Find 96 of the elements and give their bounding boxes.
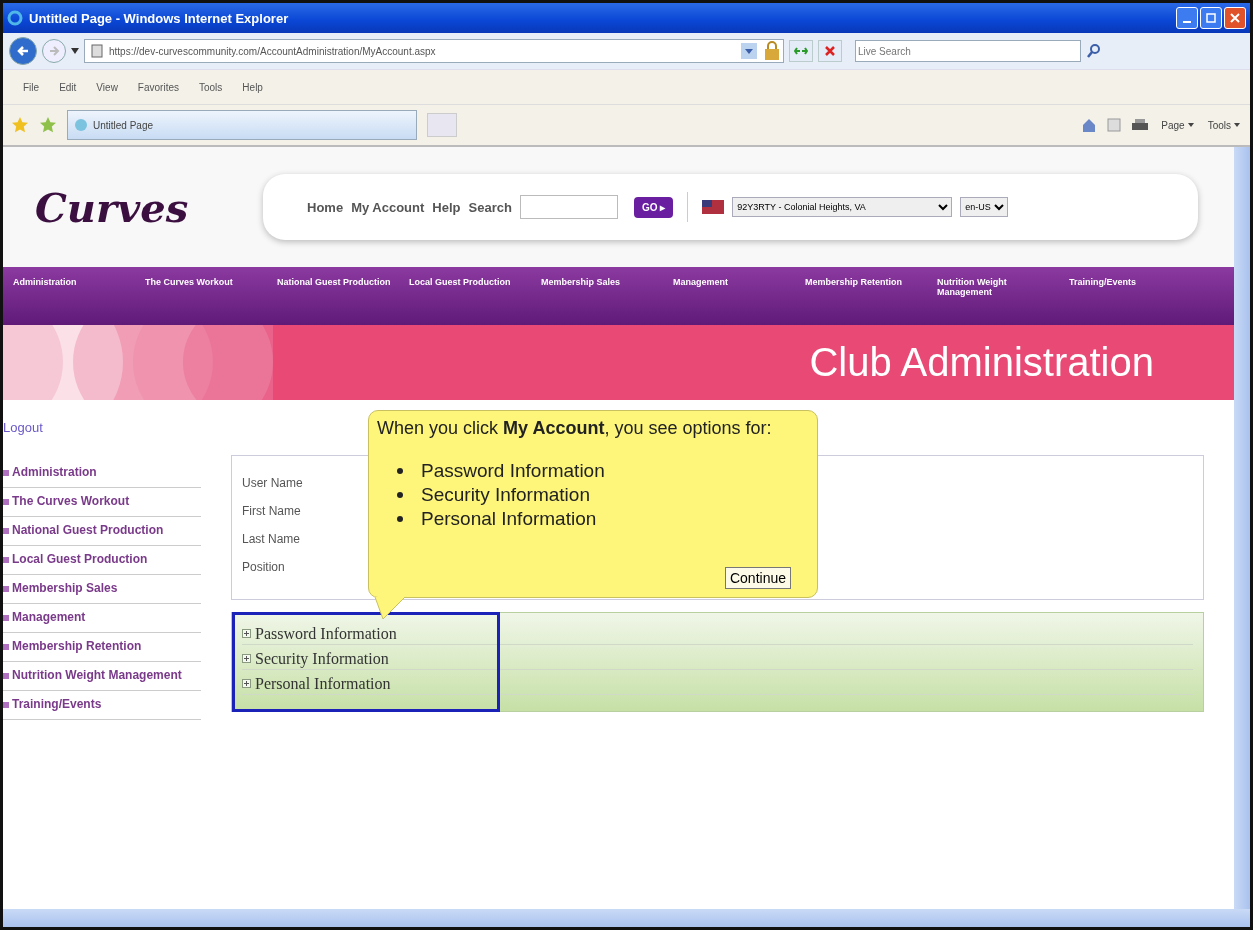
bullet-icon	[3, 586, 9, 592]
sidebar-item[interactable]: The Curves Workout	[12, 494, 187, 508]
field-label: Position	[242, 560, 286, 574]
bullet-icon	[3, 528, 9, 534]
field-label: Last Name	[242, 532, 302, 546]
menu-item[interactable]: Edit	[59, 81, 77, 93]
search-field[interactable]: Live Search	[855, 40, 1081, 62]
forward-arrow-icon	[48, 45, 60, 57]
star-icon[interactable]	[11, 116, 29, 134]
menu-item[interactable]: Tools	[199, 81, 223, 93]
menu-item[interactable]: Favorites	[137, 81, 179, 93]
printer-icon[interactable]	[1131, 118, 1150, 132]
callout-bullet: Password Information	[421, 460, 605, 483]
sidebar-item[interactable]: Local Guest Production	[12, 552, 187, 566]
search-label: Search	[468, 199, 512, 215]
bullet-icon	[3, 615, 9, 621]
club-select[interactable]: 92Y3RTY - Colonial Heights, VA	[732, 197, 953, 217]
caret-icon	[1187, 123, 1194, 127]
expand-icon[interactable]	[242, 654, 251, 663]
sidebar-item[interactable]: Membership Retention	[12, 639, 187, 653]
stop-icon	[824, 45, 836, 57]
lock-icon[interactable]	[763, 41, 781, 61]
nav-tab[interactable]: National Guest Production	[277, 277, 409, 287]
sidebar-item[interactable]: Management	[12, 610, 187, 624]
bullet-icon	[3, 557, 9, 563]
expand-icon[interactable]	[242, 679, 251, 688]
nav-tab[interactable]: Membership Retention	[805, 277, 937, 287]
page-icon	[91, 44, 103, 58]
bullet-icon	[3, 499, 9, 505]
site-search-field[interactable]	[519, 195, 618, 219]
sidebar-item[interactable]: Training/Events	[12, 697, 187, 711]
nav-tab[interactable]: Training/Events	[1069, 277, 1201, 287]
nav-tab[interactable]: Nutrition Weight Management	[937, 277, 1069, 297]
browser-tab[interactable]: Untitled Page	[67, 110, 417, 140]
continue-button[interactable]: Continue	[724, 567, 791, 589]
stop-button[interactable]	[818, 40, 842, 62]
top-link[interactable]: Help	[432, 199, 461, 215]
nav-tab[interactable]: Administration	[13, 277, 145, 287]
horizontal-scrollbar[interactable]	[3, 909, 1250, 927]
dropdown-arrow-icon[interactable]	[71, 48, 79, 54]
sidebar-item[interactable]: Nutrition Weight Management	[12, 668, 187, 682]
restore-button[interactable]	[1200, 7, 1222, 29]
refresh-button[interactable]	[789, 40, 813, 62]
callout-bullet: Personal Information	[421, 508, 597, 531]
minimize-icon	[1183, 21, 1191, 23]
section-header[interactable]: Security Information	[255, 649, 389, 668]
expand-icon[interactable]	[242, 629, 251, 638]
top-link[interactable]: Home	[307, 199, 344, 215]
caret-icon	[1234, 123, 1240, 127]
vertical-scrollbar[interactable]	[1234, 147, 1250, 909]
nav-tab[interactable]: Membership Sales	[541, 277, 673, 287]
banner-title: Club Administration	[809, 340, 1154, 385]
command-button[interactable]: Tools	[1205, 119, 1242, 131]
nav-tab[interactable]: Local Guest Production	[409, 277, 541, 287]
nav-tab[interactable]: Management	[673, 277, 805, 287]
search-icon[interactable]	[1086, 43, 1102, 59]
address-field[interactable]: https://dev-curvescommunity.com/AccountAdministration/MyAccount.aspx	[84, 39, 784, 63]
go-button[interactable]: GO ▸	[633, 196, 674, 218]
menu-item[interactable]: Help	[242, 81, 263, 93]
sidebar-item[interactable]: Administration	[12, 465, 187, 479]
close-icon	[1230, 13, 1240, 23]
callout-text: When you click My Account, you see options for:	[377, 417, 773, 440]
command-button[interactable]: Page	[1159, 119, 1196, 131]
back-arrow-icon	[16, 44, 30, 58]
flag-icon	[702, 200, 725, 214]
sidebar-item[interactable]: Membership Sales	[12, 581, 187, 595]
close-button[interactable]	[1224, 7, 1246, 29]
bullet-icon	[3, 673, 9, 679]
callout-bullet: Security Information	[421, 484, 590, 507]
section-header[interactable]: Password Information	[255, 624, 397, 643]
page-loading-icon	[74, 118, 88, 132]
menu-item[interactable]: File	[23, 81, 40, 93]
refresh-icon	[794, 45, 808, 57]
bullet-icon	[397, 468, 403, 475]
nav-tab[interactable]: The Curves Workout	[145, 277, 277, 287]
window-title: Untitled Page - Windows Internet Explorer	[29, 10, 289, 26]
bullet-icon	[3, 702, 9, 708]
field-label: First Name	[242, 504, 302, 518]
home-icon[interactable]	[1081, 117, 1098, 133]
logo: Curves	[34, 183, 190, 231]
minimize-button[interactable]	[1176, 7, 1198, 29]
menu-item[interactable]: View	[96, 81, 118, 93]
browser-icon	[7, 10, 23, 26]
logout-link[interactable]: Logout	[3, 420, 203, 435]
field-label: User Name	[242, 476, 304, 490]
bullet-icon	[3, 470, 9, 476]
language-select[interactable]: en-US	[960, 197, 1009, 217]
bullet-icon	[3, 644, 9, 650]
bullet-icon	[397, 516, 403, 523]
sidebar-item[interactable]: National Guest Production	[12, 523, 187, 537]
forward-button[interactable]	[42, 39, 66, 63]
bullet-icon	[397, 492, 403, 499]
top-link[interactable]: My Account	[351, 199, 425, 215]
back-button[interactable]	[9, 37, 37, 65]
restore-icon	[1206, 13, 1216, 23]
section-header[interactable]: Personal Information	[255, 674, 391, 693]
